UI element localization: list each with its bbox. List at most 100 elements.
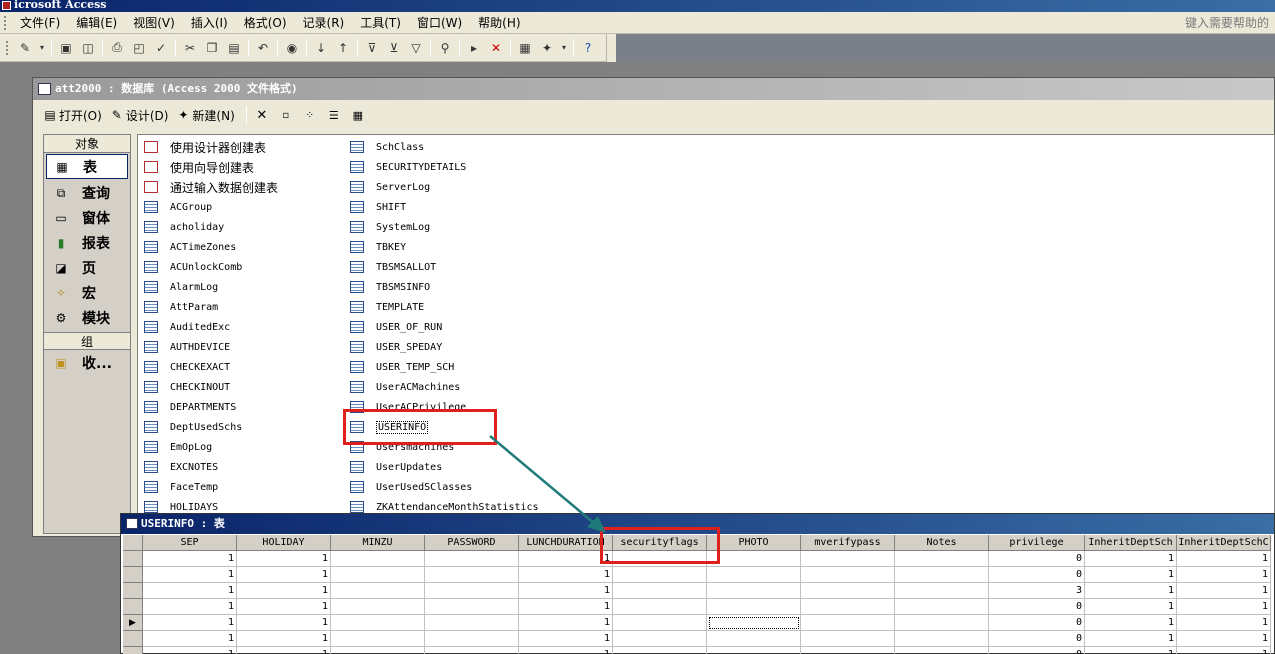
object-list-item[interactable]: UserUpdates	[344, 457, 539, 477]
groups-header[interactable]: 组	[44, 332, 130, 350]
table-cell[interactable]: 1	[1177, 647, 1271, 654]
table-cell[interactable]: 1	[519, 631, 613, 647]
table-cell[interactable]: 1	[237, 647, 331, 654]
table-cell[interactable]: 1	[143, 567, 237, 583]
table-cell[interactable]: 1	[1085, 615, 1177, 631]
cut-icon[interactable]: ✂	[181, 39, 199, 57]
table-cell[interactable]: 1	[143, 599, 237, 615]
table-cell[interactable]	[425, 583, 519, 599]
table-cell[interactable]	[613, 631, 707, 647]
table-cell[interactable]: 0	[989, 599, 1085, 615]
table-cell[interactable]	[801, 647, 895, 654]
column-header[interactable]: mverifypass	[801, 535, 895, 551]
menu-tools[interactable]: 工具(T)	[352, 12, 409, 34]
table-cell[interactable]: 1	[237, 631, 331, 647]
table-cell[interactable]: 0	[989, 615, 1085, 631]
table-cell[interactable]	[707, 583, 801, 599]
table-cell[interactable]: 1	[1085, 647, 1177, 654]
table-cell[interactable]	[707, 647, 801, 654]
filter-by-selection-icon[interactable]: ⊽	[363, 39, 381, 57]
details-view-icon[interactable]: ▦	[349, 106, 367, 124]
table-cell[interactable]: 0	[989, 647, 1085, 654]
table-cell[interactable]	[331, 647, 425, 654]
design-button[interactable]: ✎ 设计(D)	[110, 107, 169, 124]
column-header[interactable]: PHOTO	[707, 535, 801, 551]
object-list-item[interactable]: ACGroup	[138, 197, 278, 217]
table-cell[interactable]: 1	[237, 615, 331, 631]
table-cell[interactable]	[801, 567, 895, 583]
new-record-icon[interactable]: ▸	[465, 39, 483, 57]
object-modules[interactable]: ⚙ 模块	[44, 305, 130, 330]
table-cell[interactable]	[895, 631, 989, 647]
object-list-item[interactable]: USER_OF_RUN	[344, 317, 539, 337]
toolbar-options-handle[interactable]	[606, 34, 616, 62]
save-icon[interactable]: ▣	[57, 39, 75, 57]
column-header[interactable]: Notes	[895, 535, 989, 551]
column-header[interactable]: InheritDeptSch	[1085, 535, 1177, 551]
objects-group-header[interactable]: 对象	[44, 135, 130, 153]
table-cell[interactable]	[895, 647, 989, 654]
help-search-box[interactable]: 键入需要帮助的	[1185, 14, 1269, 32]
object-list-item[interactable]: EXCNOTES	[138, 457, 278, 477]
object-list-item[interactable]: USER_TEMP_SCH	[344, 357, 539, 377]
object-list-item[interactable]: CHECKEXACT	[138, 357, 278, 377]
table-cell[interactable]	[613, 647, 707, 654]
object-reports[interactable]: ▮ 报表	[44, 230, 130, 255]
database-window-icon[interactable]: ▦	[516, 39, 534, 57]
list-view-icon[interactable]: ☰	[325, 106, 343, 124]
object-list-item[interactable]: AuditedExc	[138, 317, 278, 337]
object-list-item[interactable]: UserACMachines	[344, 377, 539, 397]
table-cell[interactable]	[425, 647, 519, 654]
group-favorites[interactable]: ▣ 收...	[44, 350, 130, 375]
sort-ascending-icon[interactable]: ↓	[312, 39, 330, 57]
table-cell[interactable]	[425, 551, 519, 567]
object-list-item[interactable]: AttParam	[138, 297, 278, 317]
object-list-item[interactable]: acholiday	[138, 217, 278, 237]
object-list-item[interactable]: TBSMSALLOT	[344, 257, 539, 277]
table-cell[interactable]: 1	[1177, 551, 1271, 567]
table-cell[interactable]: 1	[1177, 599, 1271, 615]
small-icons-icon[interactable]: ⁘	[301, 106, 319, 124]
object-list-item[interactable]: SchClass	[344, 137, 539, 157]
object-list-item[interactable]: TBSMSINFO	[344, 277, 539, 297]
table-cell[interactable]: 1	[143, 647, 237, 654]
delete-icon[interactable]: ✕	[253, 106, 271, 124]
object-list-item[interactable]: EmOpLog	[138, 437, 278, 457]
print-icon[interactable]: ⎙	[108, 39, 126, 57]
filter-by-form-icon[interactable]: ⊻	[385, 39, 403, 57]
delete-record-icon[interactable]: ✕	[487, 39, 505, 57]
object-list-item[interactable]: TEMPLATE	[344, 297, 539, 317]
menu-view[interactable]: 视图(V)	[125, 12, 183, 34]
record-selector[interactable]	[123, 567, 143, 583]
table-cell[interactable]: 1	[143, 615, 237, 631]
table-cell[interactable]: 0	[989, 567, 1085, 583]
record-selector[interactable]	[123, 599, 143, 615]
menu-file[interactable]: 文件(F)	[12, 12, 68, 34]
undo-icon[interactable]: ↶	[254, 39, 272, 57]
table-cell[interactable]: 1	[237, 551, 331, 567]
table-cell[interactable]	[425, 631, 519, 647]
object-queries[interactable]: ⧉ 查询	[44, 180, 130, 205]
object-list-item[interactable]: SHIFT	[344, 197, 539, 217]
object-list-item[interactable]: FaceTemp	[138, 477, 278, 497]
table-cell[interactable]: 1	[1177, 631, 1271, 647]
column-header[interactable]: PASSWORD	[425, 535, 519, 551]
table-cell[interactable]	[801, 551, 895, 567]
sort-descending-icon[interactable]: ↑	[334, 39, 352, 57]
current-record-selector[interactable]: ▶	[123, 615, 143, 631]
table-cell[interactable]	[801, 583, 895, 599]
column-header[interactable]: MINZU	[331, 535, 425, 551]
object-list-item[interactable]: DeptUsedSchs	[138, 417, 278, 437]
table-cell[interactable]: 1	[237, 599, 331, 615]
object-forms[interactable]: ▭ 窗体	[44, 205, 130, 230]
object-list-item[interactable]: TBKEY	[344, 237, 539, 257]
menu-window[interactable]: 窗口(W)	[409, 12, 470, 34]
copy-icon[interactable]: ❐	[203, 39, 221, 57]
table-cell[interactable]: 1	[1177, 567, 1271, 583]
table-cell[interactable]	[801, 599, 895, 615]
table-cell[interactable]	[425, 599, 519, 615]
table-cell[interactable]: 1	[1085, 567, 1177, 583]
table-cell[interactable]: 0	[989, 551, 1085, 567]
large-icons-icon[interactable]: ▫	[277, 106, 295, 124]
table-cell[interactable]: 1	[1085, 599, 1177, 615]
